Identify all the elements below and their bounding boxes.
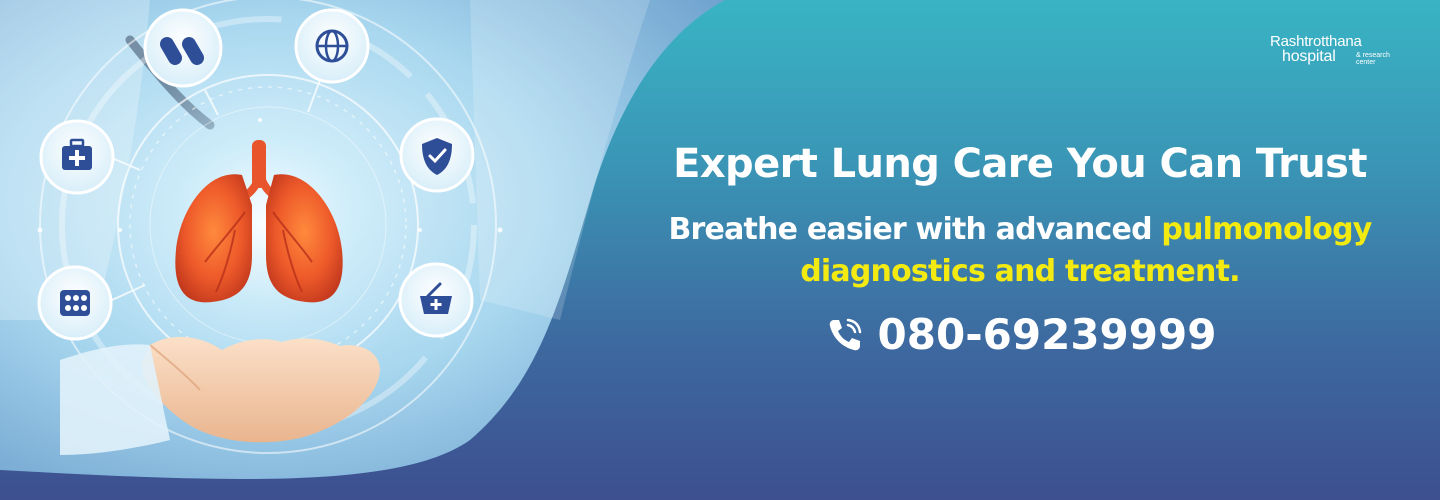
capsules-icon [143, 8, 223, 88]
pill-pack-icon [37, 265, 113, 341]
headline: Expert Lung Care You Can Trust [673, 141, 1367, 187]
phone-number[interactable]: 080-69239999 [878, 309, 1217, 361]
shield-check-icon [399, 117, 475, 193]
subheadline: Breathe easier with advanced pulmonology… [600, 209, 1440, 293]
first-aid-kit-icon [39, 119, 115, 195]
logo-hospital: hospital [1282, 48, 1336, 65]
globe-icon [294, 8, 370, 84]
medical-basket-icon [398, 262, 474, 338]
hospital-logo[interactable]: Rashtrotthana hospital & research center [1268, 34, 1408, 74]
logo-research-center: & research center [1356, 52, 1390, 66]
phone-link[interactable]: 080-69239999 [600, 309, 1440, 361]
hero-banner: Rashtrotthana hospital & research center… [0, 0, 1440, 500]
phone-icon [829, 318, 861, 351]
subheadline-white: Breathe easier with advanced [668, 212, 1162, 247]
